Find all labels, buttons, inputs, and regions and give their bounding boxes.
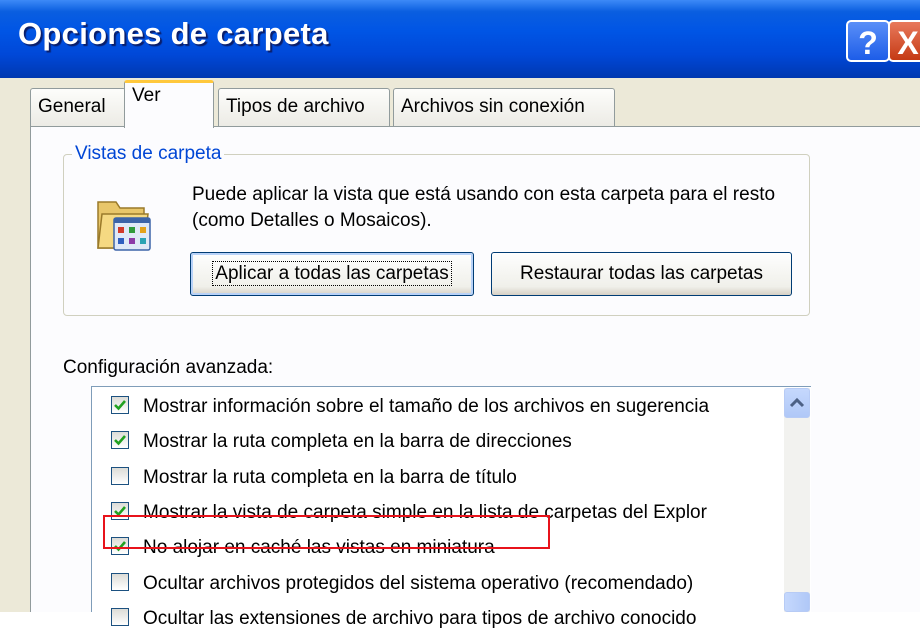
settings-row-label: Mostrar la ruta completa en la barra de …: [143, 467, 517, 488]
help-button[interactable]: ?: [846, 20, 890, 62]
settings-row-label: Mostrar información sobre el tamaño de l…: [143, 396, 710, 417]
apply-to-all-folders-button[interactable]: Aplicar a todas las carpetas: [190, 252, 474, 296]
checkbox-unchecked[interactable]: [111, 608, 129, 626]
folder-views-description: Puede aplicar la vista que está usando c…: [192, 184, 776, 231]
tab-label: General: [38, 96, 106, 117]
settings-row[interactable]: Mostrar la ruta completa en la barra de …: [111, 463, 517, 493]
settings-row[interactable]: Ocultar las extensiones de archivo para …: [111, 604, 696, 634]
window-title: Opciones de carpeta: [18, 16, 329, 51]
folder-views-group-title: Vistas de carpeta: [72, 143, 225, 165]
scroll-up-button[interactable]: [784, 388, 810, 418]
title-bar: Opciones de carpeta ? X: [0, 0, 920, 78]
scroll-thumb[interactable]: [784, 592, 810, 612]
tab-general[interactable]: General: [30, 88, 126, 126]
tab-label: Archivos sin conexión: [401, 96, 585, 117]
settings-row[interactable]: Mostrar la ruta completa en la barra de …: [111, 427, 572, 457]
tab-label: Ver: [132, 85, 161, 106]
advanced-settings-label: Configuración avanzada:: [63, 357, 274, 378]
settings-row[interactable]: Mostrar información sobre el tamaño de l…: [111, 392, 709, 422]
highlight-box: [103, 515, 550, 549]
checkmark-icon: [114, 435, 126, 446]
checkbox-unchecked[interactable]: [111, 467, 129, 485]
tab-tipos-de-archivo[interactable]: Tipos de archivo: [218, 88, 390, 126]
apply-button-label: Aplicar a todas las carpetas: [212, 261, 452, 286]
checkbox-checked[interactable]: [111, 396, 129, 414]
settings-row-label: Ocultar archivos protegidos del sistema …: [143, 573, 694, 594]
folder-options-icon: [92, 192, 158, 254]
restore-all-folders-button[interactable]: Restaurar todas las carpetas: [491, 252, 792, 296]
close-button[interactable]: X: [888, 20, 920, 62]
checkmark-icon: [114, 400, 126, 411]
checkbox-checked[interactable]: [111, 431, 129, 449]
settings-row[interactable]: Ocultar archivos protegidos del sistema …: [111, 569, 693, 599]
tab-ver[interactable]: Ver: [124, 80, 214, 128]
settings-row-label: Ocultar las extensiones de archivo para …: [143, 608, 697, 629]
tab-archivos-sin-conexion[interactable]: Archivos sin conexión: [393, 88, 615, 126]
chevron-up-icon: [789, 397, 805, 408]
vertical-scrollbar[interactable]: [784, 388, 810, 612]
settings-row-label: Mostrar la ruta completa en la barra de …: [143, 431, 572, 452]
checkbox-unchecked[interactable]: [111, 573, 129, 591]
tab-label: Tipos de archivo: [226, 96, 365, 117]
